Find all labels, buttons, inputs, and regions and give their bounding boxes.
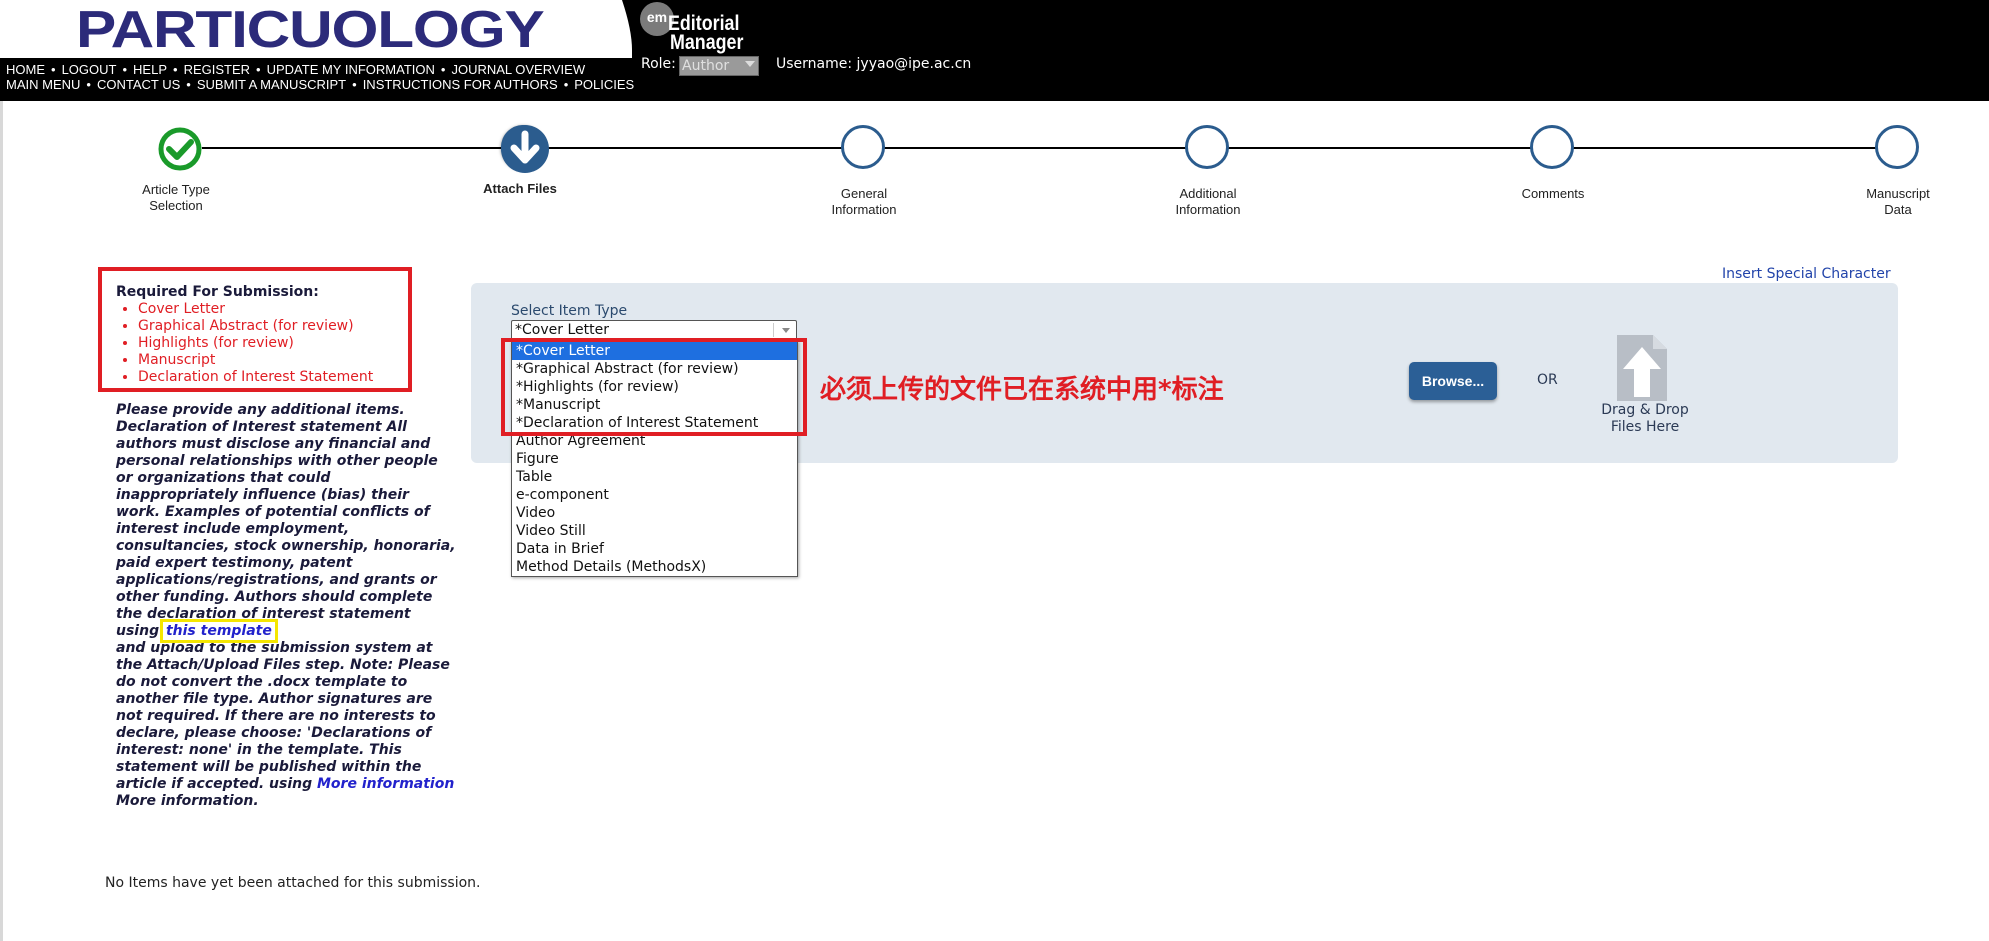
username-display: Username: jyyao@ipe.ac.cn bbox=[776, 56, 972, 72]
file-upload-icon[interactable] bbox=[1617, 335, 1667, 401]
dropdown-option[interactable]: Figure bbox=[512, 450, 797, 468]
dropdown-option[interactable]: e-component bbox=[512, 486, 797, 504]
step-label-line: Information bbox=[1175, 202, 1241, 217]
nav-separator: • bbox=[51, 62, 56, 77]
step-label-general-info: General Information bbox=[784, 186, 944, 218]
arrow-down-circle-icon bbox=[501, 125, 549, 173]
step-label-comments: Comments bbox=[1473, 186, 1633, 202]
nav-separator: • bbox=[256, 62, 261, 77]
item-type-select-value: *Cover Letter bbox=[515, 322, 609, 338]
required-item: Cover Letter bbox=[138, 301, 373, 318]
template-link[interactable]: this template bbox=[159, 619, 278, 643]
nav-separator: • bbox=[86, 77, 91, 92]
role-select[interactable]: Author bbox=[679, 56, 759, 76]
drag-drop-label[interactable]: Drag & Drop Files Here bbox=[1580, 402, 1710, 436]
more-information-link[interactable]: More information bbox=[317, 776, 454, 792]
step-label-manuscript-data: Manuscript Data bbox=[1818, 186, 1978, 218]
nav-separator: • bbox=[563, 77, 569, 92]
chevron-down-icon bbox=[745, 61, 755, 67]
role-select-value: Author bbox=[682, 58, 730, 74]
or-separator: OR bbox=[1537, 372, 1558, 388]
step-manuscript-data-circle-icon[interactable] bbox=[1875, 125, 1919, 169]
step-label-line: General bbox=[840, 186, 888, 201]
required-options-annotation-box bbox=[501, 338, 807, 436]
nav-separator: • bbox=[173, 62, 178, 77]
required-item: Graphical Abstract (for review) bbox=[138, 318, 373, 335]
nav-register-link[interactable]: REGISTER bbox=[184, 62, 250, 77]
item-type-select[interactable]: *Cover Letter bbox=[511, 320, 797, 340]
nav-main-menu-link[interactable]: MAIN MENU bbox=[6, 77, 80, 92]
nav-separator: • bbox=[440, 62, 446, 77]
dropdown-option[interactable]: Data in Brief bbox=[512, 540, 797, 558]
required-title: Required For Submission: bbox=[116, 284, 319, 300]
step-label-line: Manuscript bbox=[1866, 186, 1930, 201]
step-label-line: Selection bbox=[149, 198, 203, 213]
nav-logout-link[interactable]: LOGOUT bbox=[62, 62, 117, 77]
annotation-note: 必须上传的文件已在系统中用*标注 bbox=[820, 375, 1224, 405]
nav-submit-manuscript-link[interactable]: SUBMIT A MANUSCRIPT bbox=[197, 77, 346, 92]
step-comments-circle-icon[interactable] bbox=[1530, 125, 1574, 169]
select-item-type-label: Select Item Type bbox=[511, 303, 628, 319]
nav-policies-link[interactable]: POLICIES bbox=[574, 77, 634, 92]
step-label-attach-files: Attach Files bbox=[440, 181, 600, 197]
step-label-line: Data bbox=[1884, 202, 1912, 217]
nav-row-secondary: MAIN MENU • CONTACT US • SUBMIT A MANUSCRIPT… bbox=[6, 77, 634, 92]
page-left-border bbox=[0, 101, 3, 941]
step-general-info-circle-icon[interactable] bbox=[841, 125, 885, 169]
browse-button[interactable]: Browse... bbox=[1409, 362, 1497, 400]
select-divider bbox=[773, 323, 774, 337]
chevron-down-icon bbox=[782, 328, 790, 333]
dropdown-option[interactable]: Table bbox=[512, 468, 797, 486]
nav-help-link[interactable]: HELP bbox=[133, 62, 167, 77]
required-item: Manuscript bbox=[138, 352, 373, 369]
required-item: Highlights (for review) bbox=[138, 335, 373, 352]
step-label-article-type: Article Type Selection bbox=[96, 182, 256, 214]
dropdown-option[interactable]: Video Still bbox=[512, 522, 797, 540]
step-label-line: Article Type bbox=[142, 182, 210, 197]
nav-separator: • bbox=[352, 77, 357, 92]
required-items-list: Cover Letter Graphical Abstract (for rev… bbox=[116, 301, 373, 386]
step-label-line: Information bbox=[831, 202, 897, 217]
dropdown-option[interactable]: Video bbox=[512, 504, 797, 522]
editorial-manager-logo: em Editorial Manager bbox=[640, 2, 755, 54]
nav-journal-overview-link[interactable]: JOURNAL OVERVIEW bbox=[451, 62, 585, 77]
drag-drop-line: Drag & Drop bbox=[1601, 402, 1689, 418]
step-article-type-complete-icon[interactable] bbox=[156, 125, 202, 171]
step-additional-info-circle-icon[interactable] bbox=[1185, 125, 1229, 169]
instructions-text: Please provide any additional items. Dec… bbox=[116, 402, 456, 810]
check-circle-icon bbox=[158, 127, 202, 171]
instructions-part-1: Please provide any additional items. Dec… bbox=[116, 402, 456, 639]
step-attach-files-current[interactable] bbox=[501, 125, 549, 173]
dropdown-option[interactable]: Method Details (MethodsX) bbox=[512, 558, 797, 576]
drag-drop-line: Files Here bbox=[1610, 419, 1680, 435]
nav-separator: • bbox=[186, 77, 191, 92]
nav-contact-link[interactable]: CONTACT US bbox=[97, 77, 180, 92]
header-bar: PARTICUOLOGY HOME • LOGOUT • HELP • REGISTER • U… bbox=[0, 0, 1989, 101]
insert-special-character-link[interactable]: Insert Special Character bbox=[1722, 266, 1891, 282]
instructions-part-2: and upload to the submission system at t… bbox=[116, 640, 450, 792]
step-label-line: Additional bbox=[1179, 186, 1237, 201]
instructions-part-3: More information. bbox=[116, 793, 259, 809]
no-items-message: No Items have yet been attached for this… bbox=[105, 875, 481, 891]
nav-instructions-link[interactable]: INSTRUCTIONS FOR AUTHORS bbox=[363, 77, 558, 92]
required-item: Declaration of Interest Statement bbox=[138, 369, 373, 386]
em-logo-line2: Manager bbox=[670, 31, 744, 54]
step-label-line: Comments bbox=[1521, 186, 1585, 201]
progress-track-line bbox=[178, 147, 1898, 149]
nav-row-primary: HOME • LOGOUT • HELP • REGISTER • UPDATE MY INFO… bbox=[6, 62, 585, 77]
step-label-additional-info: Additional Information bbox=[1128, 186, 1288, 218]
role-label: Role: bbox=[641, 56, 676, 72]
step-label-line: Attach Files bbox=[483, 181, 557, 196]
nav-update-info-link[interactable]: UPDATE MY INFORMATION bbox=[267, 62, 435, 77]
journal-logo[interactable]: PARTICUOLOGY bbox=[76, 2, 545, 58]
nav-separator: • bbox=[122, 62, 128, 77]
nav-home-link[interactable]: HOME bbox=[6, 62, 45, 77]
